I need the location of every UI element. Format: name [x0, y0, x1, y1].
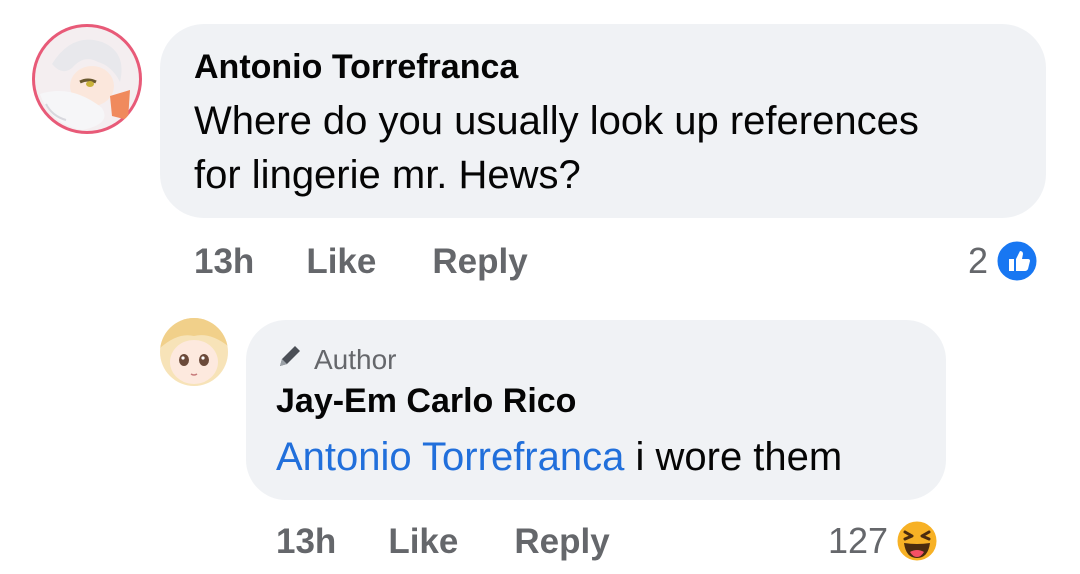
comment-text-line: Where do you usually look up references — [194, 99, 919, 143]
reply-bubble: Author Jay-Em Carlo Rico Antonio Torrefr… — [246, 320, 946, 500]
like-button[interactable]: Like — [388, 522, 458, 562]
comment-text-line: for lingerie mr. Hews? — [194, 153, 581, 197]
comment-thread: Antonio Torrefranca Where do you usually… — [0, 0, 1080, 574]
like-icon — [994, 238, 1040, 284]
reply-button[interactable]: Reply — [514, 522, 609, 562]
reaction-count: 127 — [828, 520, 889, 561]
comment-actions: 13h Like Reply — [194, 242, 528, 282]
haha-icon — [894, 518, 940, 564]
reaction-count: 2 — [968, 240, 989, 281]
comment-text: Where do you usually look up references … — [194, 94, 919, 202]
avatar[interactable] — [32, 24, 142, 134]
comment-text-body: i wore them — [635, 435, 843, 479]
author-name[interactable]: Antonio Torrefranca — [194, 48, 518, 87]
timestamp[interactable]: 13h — [276, 522, 336, 562]
mention-link[interactable]: Antonio Torrefranca — [276, 435, 624, 479]
avatar[interactable] — [160, 318, 228, 386]
reaction-summary[interactable]: 2 — [968, 238, 1040, 284]
like-button[interactable]: Like — [306, 242, 376, 282]
author-badge: Author — [276, 342, 397, 377]
author-name[interactable]: Jay-Em Carlo Rico — [276, 382, 576, 421]
reply-button[interactable]: Reply — [432, 242, 527, 282]
comment-text: Antonio Torrefranca i wore them — [276, 430, 842, 484]
pencil-icon — [276, 342, 304, 377]
badge-label: Author — [314, 343, 397, 375]
timestamp[interactable]: 13h — [194, 242, 254, 282]
comment-bubble: Antonio Torrefranca Where do you usually… — [160, 24, 1046, 218]
reaction-summary[interactable]: 127 — [828, 518, 940, 564]
comment-actions: 13h Like Reply — [276, 522, 610, 562]
